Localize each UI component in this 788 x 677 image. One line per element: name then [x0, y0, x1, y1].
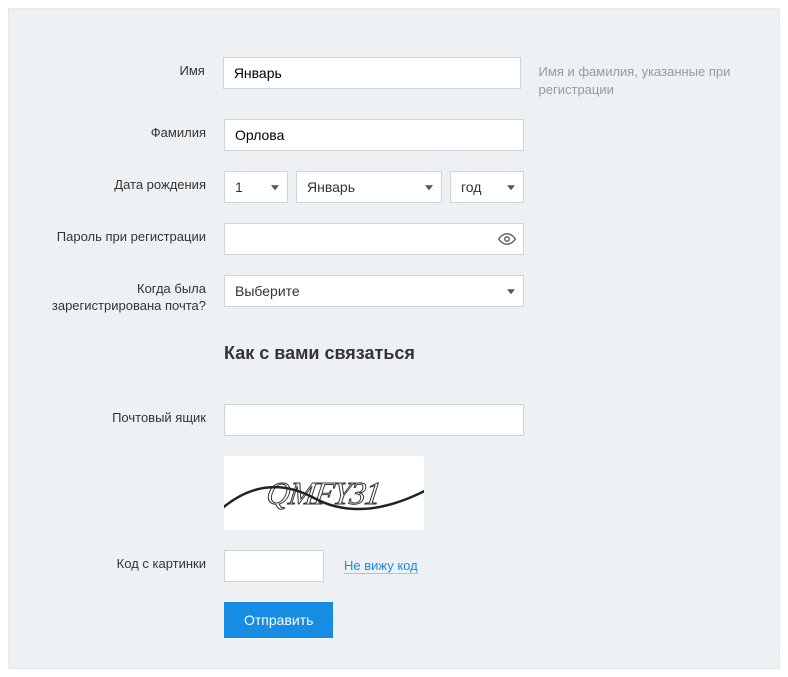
when-registered-select[interactable]: Выберите: [224, 275, 524, 307]
label-lastname: Фамилия: [49, 119, 224, 142]
year-value: год: [451, 172, 523, 202]
row-section-heading: Как с вами связаться: [49, 335, 739, 384]
captcha-image: QMFY31: [224, 456, 424, 530]
row-firstname: Имя Имя и фамилия, указанные при регистр…: [49, 57, 739, 99]
label-email: Почтовый ящик: [49, 404, 224, 427]
label-password: Пароль при регистрации: [49, 223, 224, 246]
month-value: Январь: [297, 172, 441, 202]
captcha-text: QMFY31: [265, 475, 383, 512]
eye-icon[interactable]: [496, 228, 518, 250]
label-firstname: Имя: [49, 57, 223, 80]
row-captcha-code: Код с картинки Не вижу код: [49, 550, 739, 582]
label-birthdate: Дата рождения: [49, 171, 224, 194]
cant-see-code-link[interactable]: Не вижу код: [344, 558, 418, 574]
contact-heading: Как с вами связаться: [224, 335, 415, 364]
day-value: 1: [225, 172, 287, 202]
captcha-code-input[interactable]: [224, 550, 324, 582]
password-input[interactable]: [224, 223, 524, 255]
when-registered-value: Выберите: [225, 276, 523, 306]
month-select[interactable]: Январь: [296, 171, 442, 203]
firstname-input[interactable]: [223, 57, 521, 89]
row-lastname: Фамилия: [49, 119, 739, 151]
year-select[interactable]: год: [450, 171, 524, 203]
email-input[interactable]: [224, 404, 524, 436]
row-submit: Отправить: [49, 602, 739, 638]
lastname-input[interactable]: [224, 119, 524, 151]
label-when-registered: Когда была зарегистрирована почта?: [49, 275, 224, 315]
row-captcha-image: QMFY31: [49, 456, 739, 530]
submit-button[interactable]: Отправить: [224, 602, 333, 638]
row-when-registered: Когда была зарегистрирована почта? Выбер…: [49, 275, 739, 315]
row-password: Пароль при регистрации: [49, 223, 739, 255]
row-email: Почтовый ящик: [49, 404, 739, 436]
form-container: Имя Имя и фамилия, указанные при регистр…: [8, 8, 780, 669]
hint-name: Имя и фамилия, указанные при регистрации: [521, 57, 739, 99]
row-birthdate: Дата рождения 1 Январь год: [49, 171, 739, 203]
label-captcha-code: Код с картинки: [49, 550, 224, 573]
day-select[interactable]: 1: [224, 171, 288, 203]
